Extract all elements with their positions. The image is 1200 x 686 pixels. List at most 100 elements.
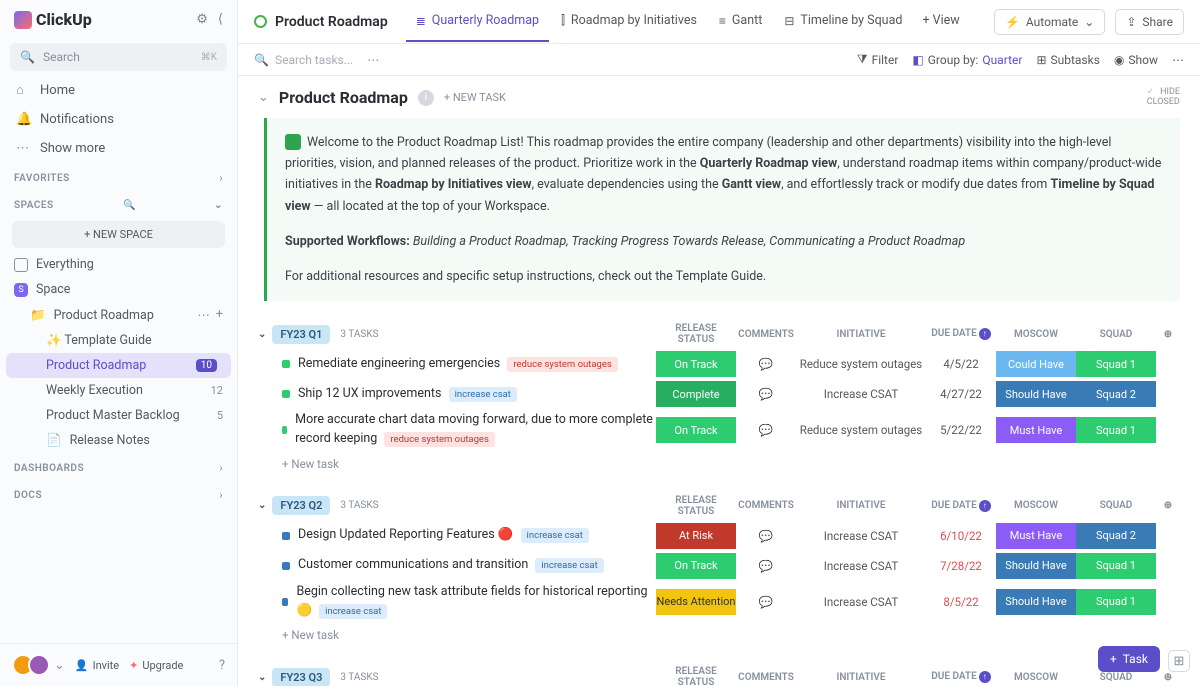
due-date-cell[interactable]: 5/22/22 (926, 423, 996, 437)
filter-button[interactable]: ⧩Filter (857, 52, 899, 67)
tree-release-notes[interactable]: 📄Release Notes (0, 428, 237, 453)
view-tab-timeline-by-squad[interactable]: ⊟Timeline by Squad (774, 1, 912, 42)
task-tag[interactable]: increase csat (521, 528, 589, 543)
initiative-cell[interactable]: Reduce system outages (796, 357, 926, 371)
add-icon[interactable]: + (216, 307, 223, 323)
comments-cell[interactable]: 💬 (736, 559, 796, 573)
add-column-button[interactable]: ⊕ (1156, 329, 1180, 340)
favorites-header[interactable]: FAVORITES› (0, 163, 237, 190)
more-icon[interactable]: ⋯ (197, 307, 210, 323)
task-row[interactable]: Remediate engineering emergencies reduce… (258, 349, 1180, 379)
task-tag[interactable]: increase csat (449, 387, 517, 402)
initiative-cell[interactable]: Increase CSAT (796, 595, 926, 609)
task-row[interactable]: Ship 12 UX improvements increase csat Co… (258, 379, 1180, 409)
release-status-cell[interactable]: On Track (656, 351, 736, 377)
due-date-cell[interactable]: 6/10/22 (926, 529, 996, 543)
squad-cell[interactable]: Squad 1 (1076, 417, 1156, 443)
status-dot[interactable] (282, 390, 290, 398)
task-tag[interactable]: increase csat (319, 604, 387, 619)
new-task-row[interactable]: + New task (258, 451, 1180, 477)
upgrade-link[interactable]: ✦Upgrade (129, 659, 183, 672)
moscow-cell[interactable]: Should Have (996, 553, 1076, 579)
release-status-cell[interactable]: At Risk (656, 523, 736, 549)
new-space-button[interactable]: + NEW SPACE (12, 221, 225, 248)
col-release[interactable]: RELEASE STATUS (656, 666, 736, 686)
col-release[interactable]: RELEASE STATUS (656, 323, 736, 345)
col-due[interactable]: DUE DATE↑ (926, 328, 996, 340)
squad-cell[interactable]: Squad 1 (1076, 589, 1156, 615)
due-date-cell[interactable]: 4/27/22 (926, 387, 996, 401)
add-view-button[interactable]: + View (912, 1, 969, 42)
info-icon[interactable]: i (418, 90, 434, 106)
task-row[interactable]: Customer communications and transition i… (258, 551, 1180, 581)
due-date-cell[interactable]: 4/5/22 (926, 357, 996, 371)
moscow-cell[interactable]: Must Have (996, 417, 1076, 443)
col-moscow[interactable]: MOSCOW (996, 329, 1076, 340)
invite-link[interactable]: 👤Invite (75, 659, 119, 672)
col-squad[interactable]: SQUAD (1076, 329, 1156, 340)
new-task-link[interactable]: + NEW TASK (444, 91, 506, 104)
add-column-button[interactable]: ⊕ (1156, 500, 1180, 511)
docs-header[interactable]: DOCS› (0, 480, 237, 507)
group-by-button[interactable]: ◧Group by: Quarter (912, 53, 1022, 67)
nav-show-more[interactable]: ⋯Show more (0, 134, 237, 163)
col-moscow[interactable]: MOSCOW (996, 500, 1076, 511)
tree-template-guide[interactable]: ✨ Template Guide (0, 328, 237, 353)
list-title[interactable]: Product Roadmap (279, 88, 408, 107)
tree-space[interactable]: SSpace (0, 277, 237, 302)
new-task-row[interactable]: + New task (258, 622, 1180, 648)
release-status-cell[interactable]: Complete (656, 381, 736, 407)
dropdown-icon[interactable]: ⌄ (54, 658, 65, 673)
add-column-button[interactable]: ⊕ (1156, 672, 1180, 683)
chevron-down-icon[interactable]: ⌄ (258, 500, 266, 511)
dashboards-header[interactable]: DASHBOARDS› (0, 453, 237, 480)
due-date-cell[interactable]: 7/28/22 (926, 559, 996, 573)
col-comments[interactable]: COMMENTS (736, 329, 796, 340)
chevron-down-icon[interactable]: ⌄ (258, 672, 266, 683)
squad-cell[interactable]: Squad 1 (1076, 553, 1156, 579)
status-dot[interactable] (282, 532, 290, 540)
squad-cell[interactable]: Squad 1 (1076, 351, 1156, 377)
task-tag[interactable]: increase csat (535, 558, 603, 573)
status-dot[interactable] (282, 598, 288, 606)
comments-cell[interactable]: 💬 (736, 529, 796, 543)
release-status-cell[interactable]: On Track (656, 417, 736, 443)
col-comments[interactable]: COMMENTS (736, 500, 796, 511)
task-tag[interactable]: reduce system outages (507, 357, 617, 372)
col-squad[interactable]: SQUAD (1076, 500, 1156, 511)
sidebar-search[interactable]: 🔍 Search ⌘K (10, 43, 227, 71)
col-initiative[interactable]: INITIATIVE (796, 672, 926, 683)
search-icon[interactable]: 🔍 (123, 200, 136, 211)
initiative-cell[interactable]: Increase CSAT (796, 559, 926, 573)
view-tab-quarterly-roadmap[interactable]: ≣Quarterly Roadmap (406, 1, 549, 42)
settings-icon[interactable]: ⚙ (196, 12, 208, 27)
spaces-header[interactable]: SPACES🔍⌄ (0, 190, 237, 217)
hide-closed-toggle[interactable]: ✓HIDE CLOSED (1147, 88, 1180, 108)
task-name[interactable]: Remediate engineering emergencies reduce… (298, 355, 618, 374)
tree-weekly-execution[interactable]: Weekly Execution12 (0, 378, 237, 403)
col-squad[interactable]: SQUAD (1076, 672, 1156, 683)
initiative-cell[interactable]: Increase CSAT (796, 387, 926, 401)
squad-cell[interactable]: Squad 2 (1076, 523, 1156, 549)
col-moscow[interactable]: MOSCOW (996, 672, 1076, 683)
task-row[interactable]: Design Updated Reporting Features 🔴 incr… (258, 521, 1180, 551)
more-icon[interactable]: ⋯ (1172, 53, 1184, 67)
comments-cell[interactable]: 💬 (736, 423, 796, 437)
task-name[interactable]: Customer communications and transition i… (298, 556, 604, 575)
nav-home[interactable]: ⌂Home (0, 75, 237, 105)
avatar-stack[interactable] (12, 654, 44, 676)
comments-cell[interactable]: 💬 (736, 387, 796, 401)
moscow-cell[interactable]: Should Have (996, 589, 1076, 615)
task-row[interactable]: Begin collecting new task attribute fiel… (258, 581, 1180, 623)
show-button[interactable]: ◉Show (1114, 53, 1158, 67)
collapse-icon[interactable]: ⌄ (258, 90, 269, 105)
task-tag[interactable]: reduce system outages (384, 432, 494, 447)
task-name[interactable]: Begin collecting new task attribute fiel… (296, 583, 656, 621)
share-button[interactable]: ⇪Share (1115, 9, 1184, 35)
view-tab-gantt[interactable]: ≡Gantt (709, 1, 772, 42)
more-icon[interactable]: ⋯ (367, 53, 379, 67)
group-name-pill[interactable]: FY23 Q3 (272, 668, 330, 686)
view-tab-roadmap-by-initiatives[interactable]: ⫿Roadmap by Initiatives (551, 1, 707, 42)
moscow-cell[interactable]: Must Have (996, 523, 1076, 549)
breadcrumb[interactable]: Product Roadmap (254, 14, 388, 30)
